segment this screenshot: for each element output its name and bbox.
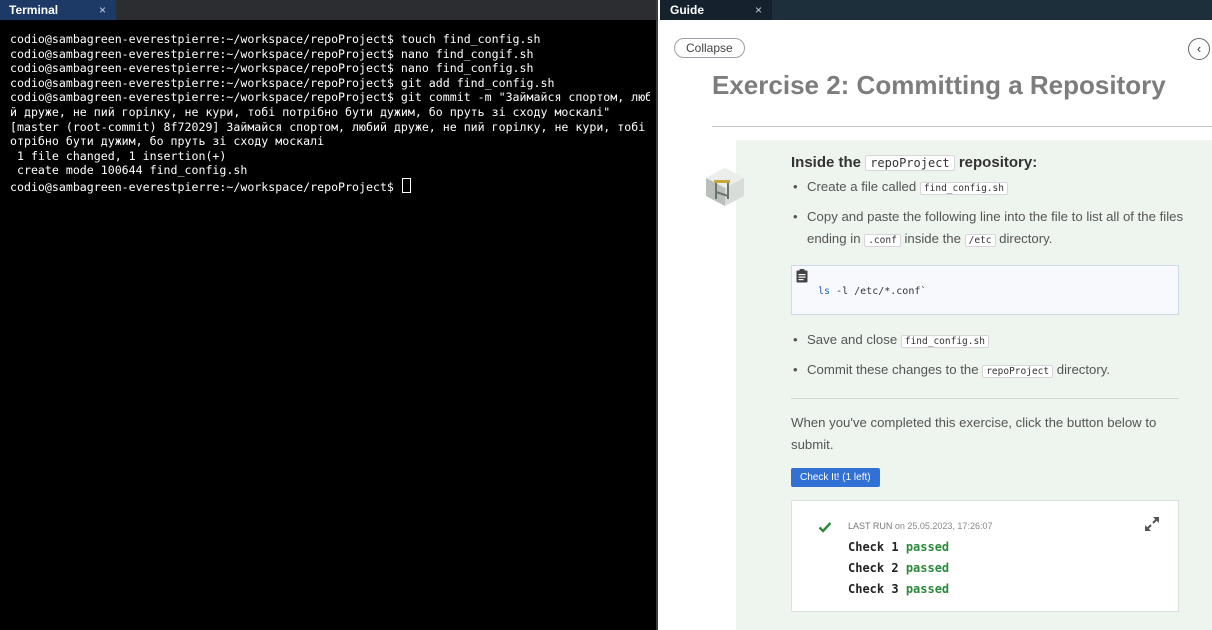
- check-status: passed: [905, 561, 950, 575]
- check-it-button[interactable]: Check It! (1 left): [791, 468, 880, 487]
- title-divider: [712, 126, 1212, 127]
- list-item: Create a file called find_config.sh: [791, 176, 1191, 200]
- card-heading: Inside the repoProject repository:: [791, 154, 1037, 171]
- collapse-button[interactable]: Collapse: [674, 38, 745, 58]
- last-run-label: LAST RUN: [848, 521, 893, 531]
- tab-terminal[interactable]: Terminal ×: [0, 0, 116, 20]
- clipboard-icon[interactable]: [796, 269, 808, 283]
- last-run-timestamp: on 25.05.2023, 17:26:07: [894, 521, 993, 531]
- tab-guide[interactable]: Guide ×: [660, 0, 772, 20]
- tab-terminal-label: Terminal: [9, 3, 59, 17]
- guide-pane: Guide × Collapse ‹ Exercise 2: Committin…: [660, 0, 1212, 630]
- code-line: ls -l /etc/*.conf`: [818, 286, 926, 297]
- terminal-tabbar: Terminal ×: [0, 0, 656, 20]
- code-command: ls: [818, 286, 831, 297]
- terminal-line: 1 file changed, 1 insertion(+): [10, 148, 227, 163]
- terminal-line: create mode 100644 find_config.sh: [10, 163, 248, 178]
- check-result: Check 1 passed: [848, 540, 949, 554]
- terminal-screen[interactable]: codio@sambagreen-everestpierre:~/workspa…: [10, 32, 650, 630]
- bullet3-text: Save and close: [807, 332, 898, 347]
- terminal-line: codio@sambagreen-everestpierre:~/workspa…: [10, 75, 555, 90]
- bullet1-code: find_config.sh: [919, 182, 1008, 195]
- last-run-text: LAST RUN on 25.05.2023, 17:26:07: [848, 521, 992, 531]
- bullet2-code-a: .conf: [864, 234, 901, 247]
- terminal-pane: Terminal × codio@sambagreen-everestpierr…: [0, 0, 658, 630]
- result-card: LAST RUN on 25.05.2023, 17:26:07 Check 1…: [791, 500, 1179, 612]
- check-result: Check 3 passed: [848, 582, 949, 596]
- card-divider: [791, 398, 1179, 399]
- check-label: Check 3: [848, 582, 899, 596]
- submit-instructions: When you've completed this exercise, cli…: [791, 415, 1157, 452]
- list-item: Commit these changes to the repoProject …: [791, 359, 1191, 383]
- bullet4-text-a: Commit these changes to the: [807, 362, 979, 377]
- bullet4-text-b: directory.: [1056, 362, 1111, 377]
- check-status: passed: [905, 540, 950, 554]
- terminal-line: codio@sambagreen-everestpierre:~/workspa…: [10, 46, 534, 61]
- chevron-left-icon[interactable]: ‹: [1188, 38, 1210, 60]
- terminal-line: отрібно бути дужим, бо пруть зі сходу мо…: [10, 134, 325, 149]
- terminal-line: codio@sambagreen-everestpierre:~/workspa…: [10, 32, 541, 46]
- check-result: Check 2 passed: [848, 561, 949, 575]
- terminal-cursor: [401, 177, 411, 193]
- expand-icon[interactable]: [1144, 516, 1160, 532]
- close-icon[interactable]: ×: [755, 0, 762, 20]
- guide-tabbar: Guide ×: [660, 0, 1212, 20]
- tab-guide-label: Guide: [670, 3, 705, 17]
- close-icon[interactable]: ×: [99, 0, 106, 20]
- heading-text-after: repository:: [958, 154, 1038, 171]
- terminal-prompt: codio@sambagreen-everestpierre:~/workspa…: [10, 179, 401, 194]
- steps-list-bottom: Save and close find_config.sh Commit the…: [791, 329, 1191, 383]
- code-block: ls -l /etc/*.conf`: [791, 265, 1179, 315]
- page-title: Exercise 2: Committing a Repository: [712, 70, 1166, 100]
- check-label: Check 1: [848, 540, 899, 554]
- bullet4-code: repoProject: [982, 365, 1054, 378]
- terminal-line: [master (root-commit) 8f72029] Займайся …: [10, 119, 650, 134]
- list-item: Copy and paste the following line into t…: [791, 206, 1191, 252]
- code-args: -l /etc/*.conf`: [830, 286, 927, 297]
- terminal-line: й друже, не пий горілку, не кури, тобі п…: [10, 104, 611, 119]
- bullet2-text-b: inside the: [904, 231, 961, 246]
- list-item: Save and close find_config.sh: [791, 329, 1191, 353]
- bullet3-code: find_config.sh: [900, 335, 989, 348]
- bullet1-text: Create a file called: [807, 179, 917, 194]
- terminal-prompt-line: codio@sambagreen-everestpierre:~/workspa…: [10, 177, 650, 195]
- heading-code: repoProject: [865, 155, 955, 171]
- terminal-line: codio@sambagreen-everestpierre:~/workspa…: [10, 90, 650, 105]
- bullet2-text-c: directory.: [999, 231, 1053, 246]
- check-status: passed: [905, 582, 950, 596]
- exercise-icon: [706, 168, 744, 206]
- terminal-line: codio@sambagreen-everestpierre:~/workspa…: [10, 61, 534, 76]
- bullet2-code-b: /etc: [964, 234, 996, 247]
- check-label: Check 2: [848, 561, 899, 575]
- checkmark-icon: [818, 522, 832, 533]
- steps-list-top: Create a file called find_config.sh Copy…: [791, 176, 1191, 252]
- heading-text-before: Inside the: [791, 154, 862, 171]
